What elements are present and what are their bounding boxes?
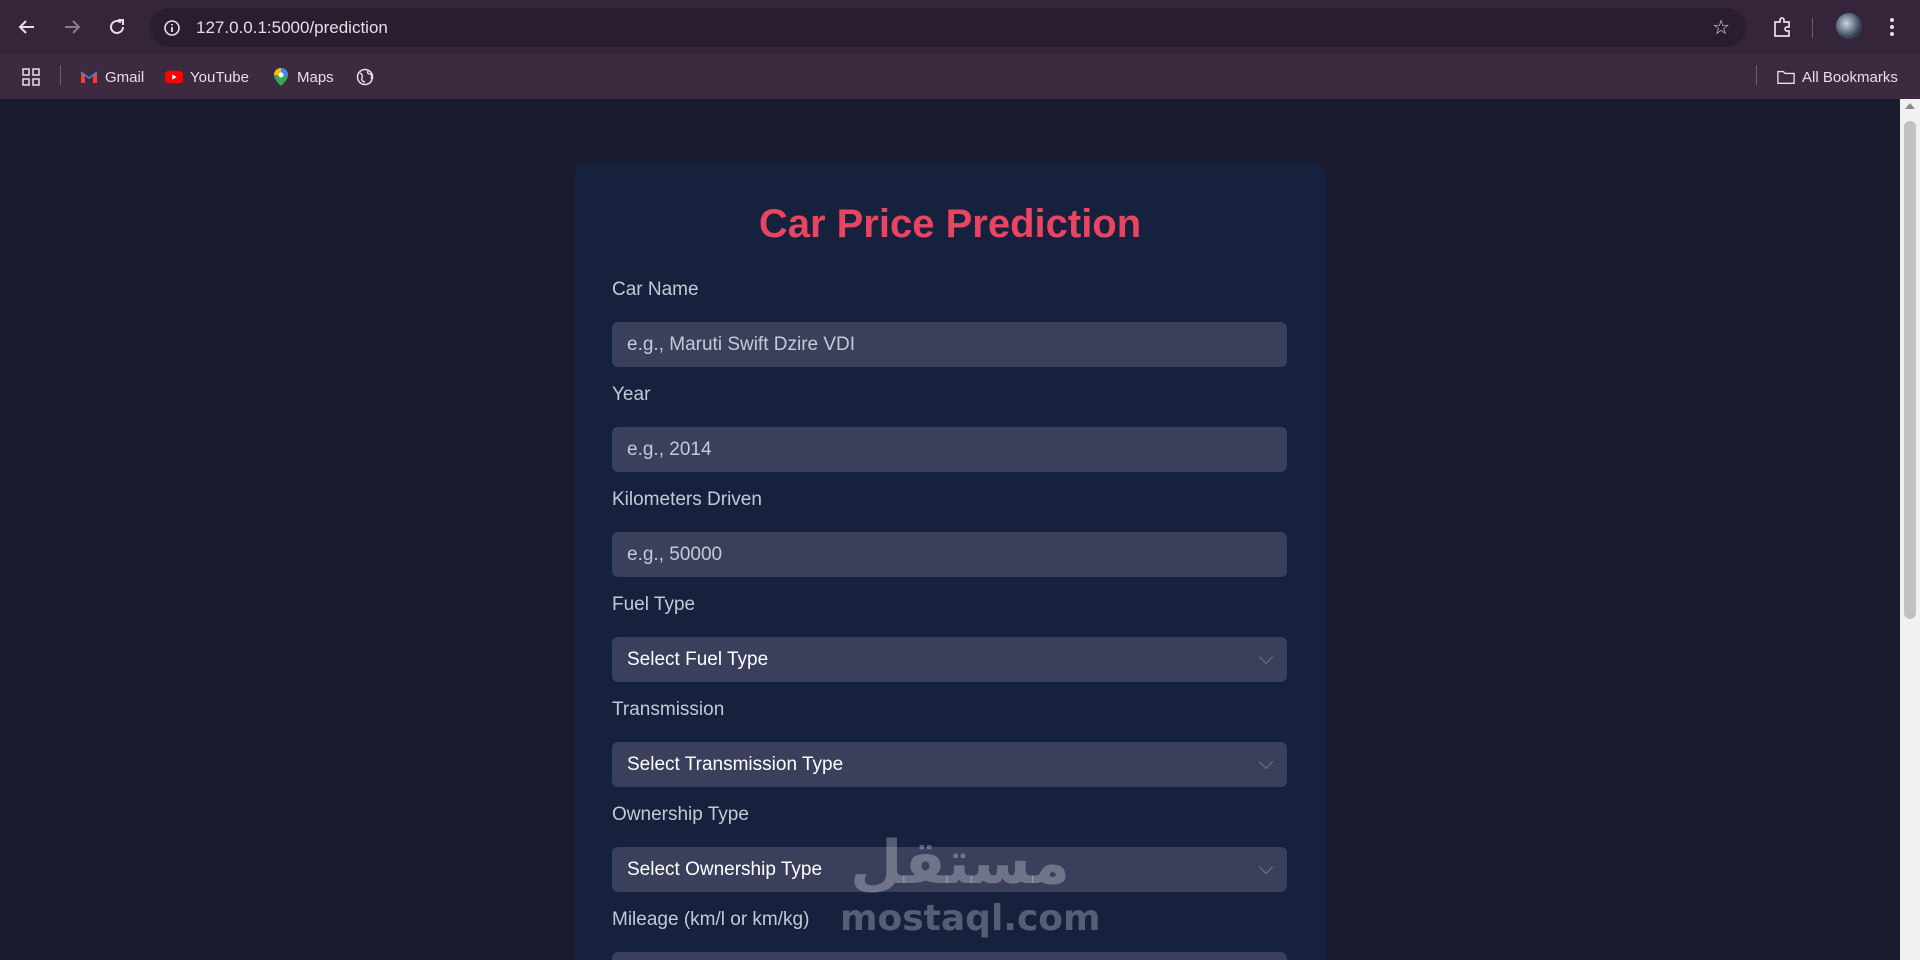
bookmarks-divider: [1756, 65, 1757, 85]
bookmark-globe[interactable]: [356, 65, 374, 89]
fuel-type-selected: Select Fuel Type: [627, 648, 769, 670]
ownership-select[interactable]: Select Ownership Type: [612, 847, 1287, 892]
kilometers-input[interactable]: [612, 532, 1287, 577]
address-bar[interactable]: 127.0.0.1:5000/prediction ☆: [150, 8, 1746, 47]
gmail-icon: [80, 68, 98, 86]
all-bookmarks-label: All Bookmarks: [1802, 68, 1898, 86]
ownership-label: Ownership Type: [612, 804, 749, 825]
reload-icon: [110, 19, 124, 34]
maps-icon: [272, 68, 290, 86]
transmission-select[interactable]: Select Transmission Type: [612, 742, 1287, 787]
chevron-down-icon: [1258, 649, 1274, 665]
mileage-input[interactable]: [612, 952, 1287, 960]
scrollbar-thumb[interactable]: [1904, 121, 1916, 619]
page-viewport: Car Price Prediction Car Name Year Kilom…: [0, 99, 1900, 960]
ownership-selected: Select Ownership Type: [627, 858, 823, 880]
reload-button[interactable]: [102, 12, 132, 42]
vertical-scrollbar[interactable]: [1900, 99, 1920, 960]
all-bookmarks-button[interactable]: All Bookmarks: [1777, 65, 1898, 89]
toolbar-divider: [1812, 18, 1813, 38]
chevron-down-icon: [1258, 859, 1274, 875]
car-name-label: Car Name: [612, 279, 699, 300]
kilometers-label: Kilometers Driven: [612, 489, 762, 510]
folder-icon: [1777, 68, 1795, 86]
extensions-icon[interactable]: [1767, 12, 1797, 42]
car-name-input[interactable]: [612, 322, 1287, 367]
browser-chrome: 127.0.0.1:5000/prediction ☆ Gmail YouTub…: [0, 0, 1920, 99]
fuel-type-label: Fuel Type: [612, 594, 696, 615]
transmission-selected: Select Transmission Type: [627, 753, 844, 775]
back-button[interactable]: [12, 12, 42, 42]
bookmarks-bar: Gmail YouTube Maps All Bookmarks: [0, 54, 1920, 99]
mileage-label: Mileage (km/l or km/kg): [612, 909, 810, 930]
arrow-right-icon: [65, 20, 81, 34]
youtube-icon: [165, 68, 183, 86]
chevron-down-icon: [1258, 754, 1274, 770]
year-label: Year: [612, 384, 651, 405]
bookmark-label: YouTube: [190, 68, 249, 86]
menu-kebab-icon[interactable]: [1877, 12, 1907, 42]
arrow-left-icon: [18, 20, 34, 34]
bookmark-label: Maps: [297, 68, 334, 86]
profile-avatar[interactable]: [1836, 13, 1862, 39]
prediction-form-card: Car Price Prediction Car Name Year Kilom…: [575, 162, 1325, 960]
apps-grid-icon[interactable]: [22, 65, 40, 89]
year-input[interactable]: [612, 427, 1287, 472]
fuel-type-select[interactable]: Select Fuel Type: [612, 637, 1287, 682]
bookmark-youtube[interactable]: YouTube: [165, 65, 249, 89]
forward-button[interactable]: [57, 12, 87, 42]
bookmark-gmail[interactable]: Gmail: [80, 65, 144, 89]
toolbar: 127.0.0.1:5000/prediction ☆: [0, 0, 1920, 54]
bookmarks-divider: [60, 65, 61, 85]
globe-icon: [356, 68, 374, 86]
bookmark-star-icon[interactable]: ☆: [1712, 15, 1730, 40]
site-info-icon[interactable]: [158, 14, 185, 41]
bookmark-label: Gmail: [105, 68, 145, 86]
url-text[interactable]: 127.0.0.1:5000/prediction: [196, 18, 388, 38]
transmission-label: Transmission: [612, 699, 725, 720]
page-title: Car Price Prediction: [758, 202, 1142, 246]
bookmark-maps[interactable]: Maps: [272, 65, 334, 89]
scroll-up-arrow-icon[interactable]: [1905, 103, 1915, 109]
